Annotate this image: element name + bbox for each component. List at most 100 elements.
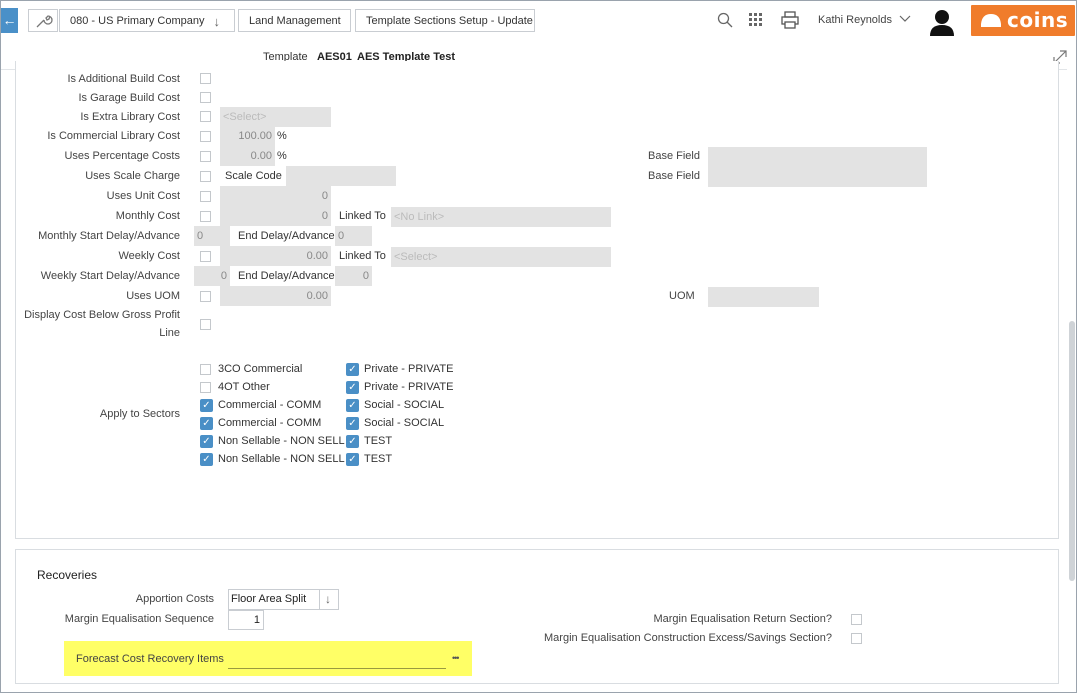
sector-checkbox-checked[interactable]: ✓ — [346, 453, 359, 466]
sector-checkbox-checked[interactable]: ✓ — [346, 381, 359, 394]
margin-return-section-label: Margin Equalisation Return Section? — [653, 613, 832, 625]
is-extra-library-cost-checkbox[interactable] — [200, 111, 211, 122]
base-field-input-1[interactable] — [708, 147, 927, 167]
display-cost-below-gp-label: Display Cost Below Gross Profit — [24, 309, 180, 321]
monthly-start-delay-label: Monthly Start Delay/Advance — [38, 230, 180, 242]
margin-return-section-checkbox[interactable] — [851, 614, 862, 625]
sector-checkbox-checked[interactable]: ✓ — [200, 417, 213, 430]
brand-logo: coins — [971, 5, 1075, 36]
base-field-input-2[interactable] — [708, 167, 927, 187]
breadcrumb-page[interactable]: Template Sections Setup - Update — [355, 9, 535, 32]
monthly-cost-checkbox[interactable] — [200, 211, 211, 222]
weekly-cost-label: Weekly Cost — [118, 250, 180, 262]
uses-percentage-costs-checkbox[interactable] — [200, 151, 211, 162]
sector-checkbox[interactable] — [200, 382, 211, 393]
monthly-end-delay-label: End Delay/Advance — [238, 230, 335, 242]
sector-label: Non Sellable - NON SELL — [218, 435, 345, 447]
uses-scale-charge-label: Uses Scale Charge — [85, 170, 180, 182]
display-cost-below-gp-checkbox[interactable] — [200, 319, 211, 330]
apply-to-sectors-label: Apply to Sectors — [99, 408, 180, 420]
monthly-cost-input[interactable]: 0 — [220, 206, 331, 226]
is-garage-build-cost-checkbox[interactable] — [200, 92, 211, 103]
search-icon[interactable] — [717, 12, 733, 28]
sector-checkbox[interactable] — [200, 364, 211, 375]
avatar-icon[interactable] — [929, 8, 955, 36]
more-options-icon[interactable]: ••• — [452, 653, 460, 663]
sector-label: Social - SOCIAL — [364, 399, 445, 411]
is-extra-library-cost-label: Is Extra Library Cost — [80, 111, 180, 123]
breadcrumb-module[interactable]: Land Management — [238, 9, 351, 32]
sector-checkbox-checked[interactable]: ✓ — [200, 435, 213, 448]
apportion-costs-value: Floor Area Split — [231, 593, 307, 605]
apportion-costs-select[interactable]: Floor Area Split ↓ — [228, 589, 339, 610]
weekly-cost-input[interactable]: 0.00 — [220, 246, 331, 266]
apportion-costs-label: Apportion Costs — [135, 593, 214, 605]
scrollbar-thumb[interactable] — [1069, 321, 1075, 581]
margin-construction-section-checkbox[interactable] — [851, 633, 862, 644]
uses-unit-cost-checkbox[interactable] — [200, 191, 211, 202]
sector-label: 3CO Commercial — [218, 363, 303, 375]
app-window: ← 080 - US Primary Company ↓ Land Manage… — [0, 0, 1077, 693]
linked-to-label: Linked To — [339, 210, 386, 222]
tools-button[interactable] — [28, 9, 58, 32]
monthly-link-select[interactable]: <No Link> — [391, 207, 611, 227]
forecast-cost-recovery-label: Forecast Cost Recovery Items — [76, 653, 224, 665]
weekly-start-delay-label: Weekly Start Delay/Advance — [40, 270, 180, 282]
margin-equalisation-sequence-input[interactable]: 1 — [228, 610, 264, 630]
forecast-cost-recovery-input[interactable] — [228, 650, 446, 669]
unit-cost-input[interactable]: 0 — [220, 186, 331, 206]
uses-percentage-costs-label: Uses Percentage Costs — [64, 150, 180, 162]
sector-checkbox-checked[interactable]: ✓ — [346, 363, 359, 376]
commercial-percent-input[interactable]: 100.00 — [220, 126, 275, 146]
print-icon[interactable] — [781, 11, 799, 29]
helmet-icon — [981, 14, 1001, 27]
weekly-end-delay-input[interactable]: 0 — [335, 266, 372, 286]
uses-uom-checkbox[interactable] — [200, 291, 211, 302]
weekly-end-delay-label: End Delay/Advance — [238, 270, 335, 282]
chevron-down-icon[interactable] — [899, 15, 911, 23]
margin-equalisation-sequence-label: Margin Equalisation Sequence — [64, 613, 214, 625]
chevron-down-icon: ↓ — [319, 590, 336, 609]
recoveries-title: Recoveries — [37, 568, 98, 582]
company-selector[interactable]: 080 - US Primary Company ↓ — [59, 9, 235, 32]
linked-to-label: Linked To — [339, 250, 386, 262]
percentage-input[interactable]: 0.00 — [220, 146, 275, 166]
sector-checkbox-checked[interactable]: ✓ — [200, 453, 213, 466]
chevron-down-icon: ↓ — [213, 14, 221, 29]
scale-code-input[interactable] — [286, 166, 396, 186]
company-name: 080 - US Primary Company — [70, 15, 205, 27]
is-additional-build-cost-checkbox[interactable] — [200, 73, 211, 84]
back-button[interactable]: ← — [1, 8, 18, 33]
sector-label: TEST — [364, 435, 393, 447]
uses-scale-charge-checkbox[interactable] — [200, 171, 211, 182]
uom-label: UOM — [669, 290, 695, 302]
weekly-link-select[interactable]: <Select> — [391, 247, 611, 267]
scale-code-label: Scale Code — [225, 170, 282, 182]
monthly-start-delay-input[interactable]: 0 — [194, 226, 230, 246]
is-garage-build-cost-label: Is Garage Build Cost — [78, 92, 181, 104]
is-commercial-library-cost-checkbox[interactable] — [200, 131, 211, 142]
monthly-end-delay-input[interactable]: 0 — [335, 226, 372, 246]
wrench-icon — [36, 15, 53, 28]
sector-checkbox-checked[interactable]: ✓ — [346, 417, 359, 430]
user-name[interactable]: Kathi Reynolds — [818, 14, 892, 26]
sector-label: TEST — [364, 453, 393, 465]
sector-checkbox-checked[interactable]: ✓ — [200, 399, 213, 412]
percent-sign: % — [277, 130, 287, 142]
uom-input[interactable] — [708, 287, 819, 307]
sector-label: Private - PRIVATE — [364, 363, 454, 375]
percent-sign: % — [277, 150, 287, 162]
apps-grid-icon[interactable] — [749, 13, 763, 27]
sector-checkbox-checked[interactable]: ✓ — [346, 435, 359, 448]
uom-quantity-input[interactable]: 0.00 — [220, 286, 331, 306]
sector-label: Social - SOCIAL — [364, 417, 445, 429]
brand-word: coins — [1007, 8, 1069, 32]
is-additional-build-cost-label: Is Additional Build Cost — [67, 73, 180, 85]
extra-library-select[interactable]: <Select> — [220, 107, 331, 127]
weekly-cost-checkbox[interactable] — [200, 251, 211, 262]
sector-label: Commercial - COMM — [218, 399, 322, 411]
sector-label: Private - PRIVATE — [364, 381, 454, 393]
weekly-start-delay-input[interactable]: 0 — [194, 266, 230, 286]
uses-unit-cost-label: Uses Unit Cost — [106, 190, 180, 202]
sector-checkbox-checked[interactable]: ✓ — [346, 399, 359, 412]
